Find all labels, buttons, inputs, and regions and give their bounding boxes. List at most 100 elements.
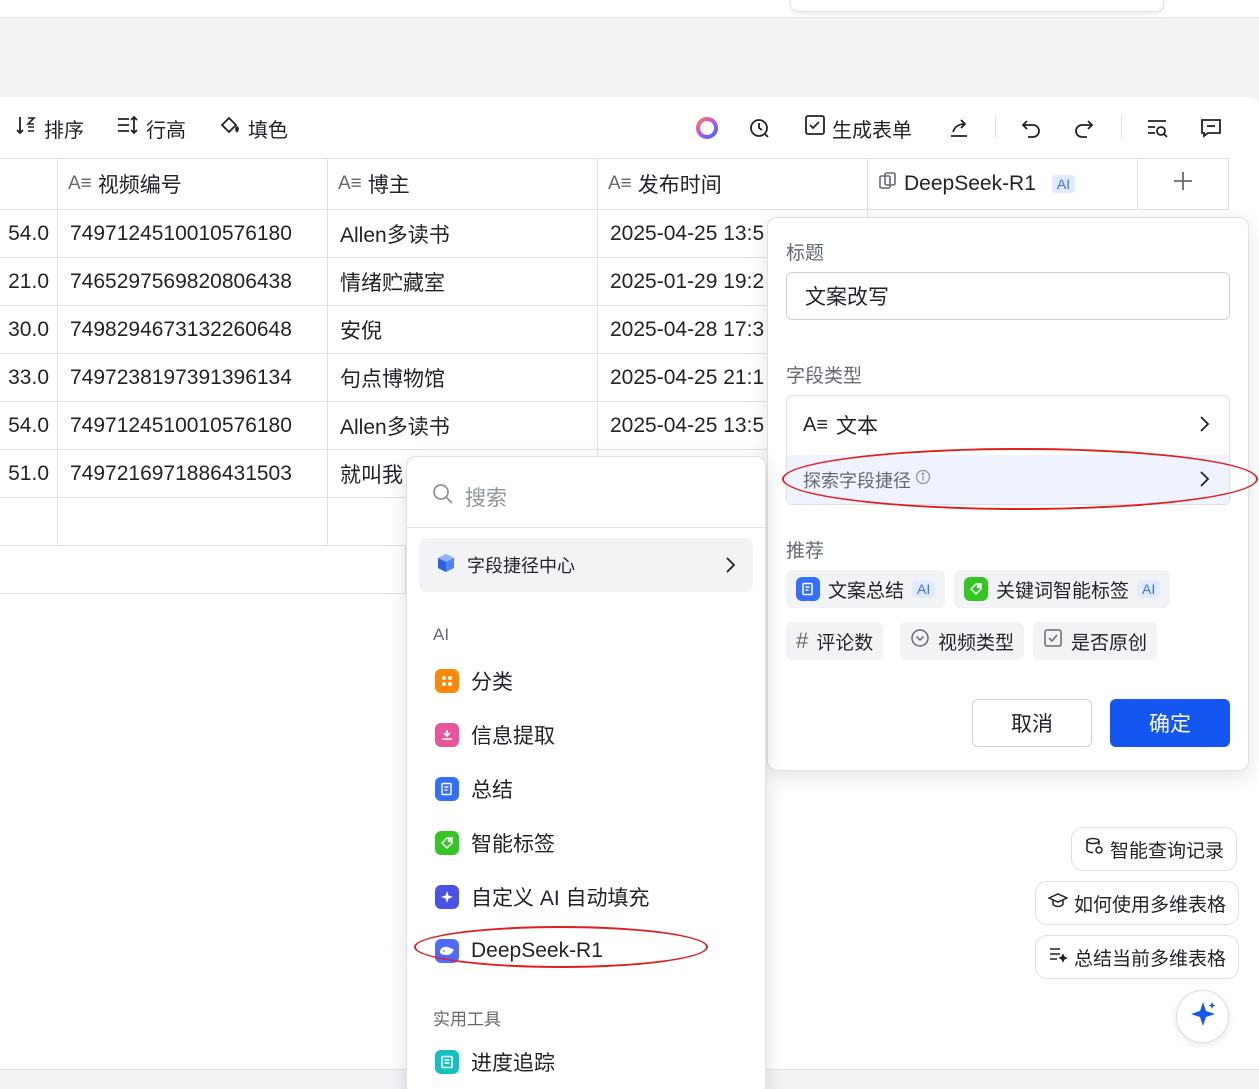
deepseek-whale-icon [435, 939, 459, 963]
menu-search-input[interactable]: 搜索 [407, 466, 765, 528]
toolbar-divider [1121, 116, 1122, 138]
share-icon[interactable] [943, 112, 975, 144]
menu-item-classify[interactable]: 分类 [419, 657, 753, 705]
chip-label: 视频类型 [938, 632, 1015, 654]
table-cell-number[interactable]: 30.0 [0, 306, 58, 354]
field-title-input[interactable]: 文案改写 [786, 272, 1230, 320]
how-to-use-button[interactable]: 如何使用多维表格 [1035, 881, 1240, 925]
recommend-label: 推荐 [786, 541, 825, 562]
chip-label: 文案总结 [828, 580, 905, 602]
tag-icon [435, 831, 459, 855]
ai-assistant-fab[interactable] [1176, 990, 1229, 1043]
text-field-icon: A≡ [803, 413, 829, 436]
chip-label: 是否原创 [1071, 632, 1148, 654]
row-height-button[interactable]: 行高 [116, 112, 186, 144]
toolbar-divider [995, 116, 996, 138]
table-cell-video-id[interactable]: 7497238197391396134 [58, 354, 328, 402]
checkbox-icon [1043, 628, 1063, 654]
table-cell-empty[interactable] [0, 498, 58, 546]
menu-item-progress-tracking[interactable]: 进度追踪 [419, 1038, 753, 1086]
table-cell-number[interactable]: 54.0 [0, 210, 58, 258]
fill-color-button[interactable]: 填色 [218, 112, 288, 144]
chip-label: 评论数 [816, 632, 874, 654]
redo-icon[interactable] [1068, 112, 1100, 144]
generate-form-button[interactable]: 生成表单 [804, 112, 912, 144]
chip-comment-count[interactable]: # 评论数 [786, 622, 884, 660]
column-header-label: 发布时间 [637, 174, 722, 197]
column-header-label: DeepSeek-R1 [904, 172, 1036, 195]
column-header-deepseek[interactable]: DeepSeek-R1 AI [868, 158, 1138, 210]
sort-button[interactable]: 排序 [14, 112, 84, 144]
column-header-label: 博主 [367, 174, 410, 197]
field-title-value: 文案改写 [805, 286, 889, 309]
table-cell-video-id[interactable]: 7498294673132260648 [58, 306, 328, 354]
ai-badge: AI [912, 580, 936, 598]
text-field-icon: A≡ [338, 173, 362, 194]
table-cell-number[interactable]: 21.0 [0, 258, 58, 306]
cancel-button[interactable]: 取消 [972, 699, 1092, 747]
ai-badge: AI [1051, 175, 1076, 193]
text-field-icon: A≡ [608, 173, 632, 194]
table-cell-video-id[interactable]: 7465297569820806438 [58, 258, 328, 306]
add-column-button[interactable] [1138, 158, 1229, 210]
table-cell-video-id[interactable]: 7497124510010576180 [58, 210, 328, 258]
menu-item-custom-ai-fill[interactable]: 自定义 AI 自动填充 [419, 873, 753, 921]
title-label: 标题 [786, 243, 825, 264]
helper-label: 如何使用多维表格 [1074, 894, 1227, 916]
plus-icon [1172, 170, 1194, 198]
column-header-author[interactable]: A≡ 博主 [328, 158, 598, 210]
field-shortcut-center[interactable]: 字段捷径中心 [419, 538, 753, 592]
table-cell-number[interactable]: 54.0 [0, 402, 58, 450]
search-icon [431, 482, 455, 512]
automation-clock-icon[interactable] [744, 112, 776, 144]
ai-assistant-icon[interactable] [691, 112, 723, 144]
table-cell-empty[interactable] [58, 498, 328, 546]
search-placeholder: 搜索 [465, 486, 507, 510]
menu-item-extract[interactable]: 信息提取 [419, 711, 753, 759]
table-cell-video-id[interactable]: 7497216971886431503 [58, 450, 328, 498]
chip-is-original[interactable]: 是否原创 [1033, 622, 1158, 660]
classify-icon [435, 669, 459, 693]
chevron-right-icon [723, 555, 737, 580]
sparkle-icon [1189, 1000, 1217, 1033]
text-field-icon: A≡ [68, 173, 92, 194]
table-cell-author[interactable]: 情绪贮藏室 [328, 258, 598, 306]
table-cell-author[interactable]: Allen多读书 [328, 402, 598, 450]
search-records-icon[interactable] [1141, 112, 1173, 144]
info-icon [915, 469, 931, 490]
menu-item-summary[interactable]: 总结 [419, 765, 753, 813]
undo-icon[interactable] [1015, 112, 1047, 144]
chevron-right-icon [1197, 414, 1211, 440]
menu-section-tools: 实用工具 [433, 1010, 501, 1029]
table-cell-author[interactable]: 句点博物馆 [328, 354, 598, 402]
menu-item-deepseek-r1[interactable]: DeepSeek-R1 [419, 927, 753, 975]
chip-copy-summary[interactable]: 文案总结 AI [786, 570, 946, 608]
column-header-video-id[interactable]: A≡ 视频编号 [58, 158, 328, 210]
progress-icon [435, 1050, 459, 1074]
chip-label: 关键词智能标签 [996, 580, 1130, 602]
explore-field-shortcuts[interactable]: 探索字段捷径 [787, 455, 1229, 504]
table-cell-video-id[interactable]: 7497124510010576180 [58, 402, 328, 450]
chip-video-type[interactable]: 视频类型 [900, 622, 1025, 660]
chip-keyword-tag[interactable]: 关键词智能标签 AI [954, 570, 1171, 608]
explore-label: 探索字段捷径 [803, 470, 911, 491]
table-cell-number[interactable]: 51.0 [0, 450, 58, 498]
table-cell-number[interactable]: 33.0 [0, 354, 58, 402]
column-header-publish-time[interactable]: A≡ 发布时间 [598, 158, 868, 210]
menu-item-label: 进度追踪 [471, 1052, 555, 1075]
menu-section-ai: AI [433, 625, 450, 644]
field-type-select[interactable]: A≡ 文本 [787, 396, 1229, 454]
row-height-label: 行高 [146, 119, 186, 142]
graduation-cap-icon [1047, 890, 1069, 916]
menu-item-label: 分类 [471, 671, 513, 694]
comment-icon[interactable] [1195, 112, 1227, 144]
smart-query-history-button[interactable]: 智能查询记录 [1071, 827, 1238, 871]
table-cell-author[interactable]: Allen多读书 [328, 210, 598, 258]
column-header-number[interactable] [0, 158, 58, 210]
menu-item-label: 智能标签 [471, 833, 555, 856]
summarize-table-button[interactable]: 总结当前多维表格 [1035, 935, 1240, 979]
confirm-button[interactable]: 确定 [1110, 699, 1230, 747]
table-cell-author[interactable]: 安倪 [328, 306, 598, 354]
menu-item-smart-tag[interactable]: 智能标签 [419, 819, 753, 867]
field-type-label: 字段类型 [786, 366, 863, 387]
